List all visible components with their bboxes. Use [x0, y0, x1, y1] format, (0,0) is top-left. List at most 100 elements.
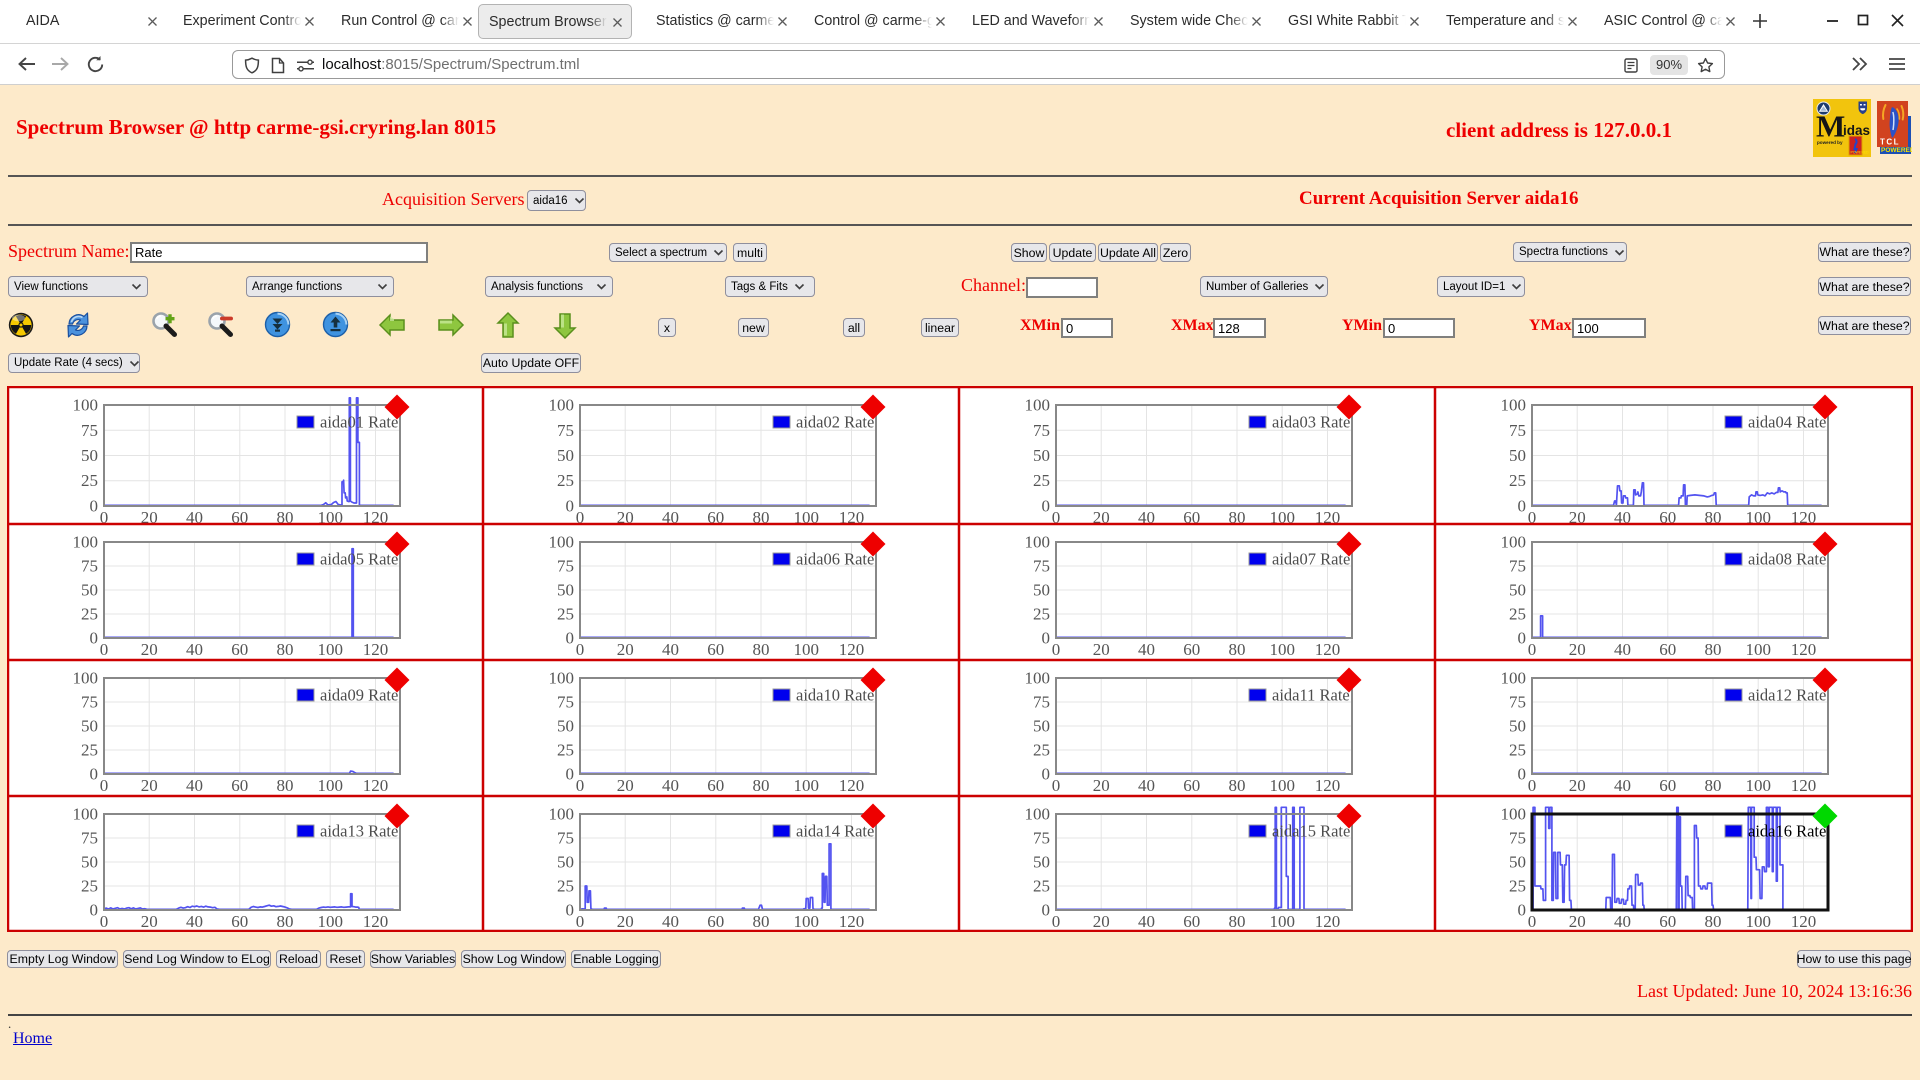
svg-text:0: 0	[1042, 629, 1051, 648]
svg-text:100: 100	[1501, 396, 1527, 415]
svg-text:powered by: powered by	[1817, 140, 1843, 145]
svg-text:25: 25	[557, 877, 574, 896]
svg-text:aida13 Rate: aida13 Rate	[320, 822, 398, 841]
svg-text:50: 50	[81, 853, 98, 872]
svg-text:25: 25	[1509, 471, 1526, 490]
svg-text:0: 0	[1052, 776, 1061, 795]
svg-text:40: 40	[1138, 640, 1155, 659]
svg-text:20: 20	[617, 912, 634, 931]
svg-text:100: 100	[73, 533, 99, 552]
svg-text:120: 120	[1791, 776, 1817, 795]
svg-text:100: 100	[549, 396, 575, 415]
svg-text:60: 60	[1183, 640, 1200, 659]
svg-text:20: 20	[1569, 640, 1586, 659]
svg-text:80: 80	[1229, 912, 1246, 931]
svg-text:100: 100	[317, 912, 343, 931]
svg-text:aida07 Rate: aida07 Rate	[1272, 550, 1350, 569]
svg-text:100: 100	[1501, 669, 1527, 688]
svg-text:50: 50	[1033, 446, 1050, 465]
svg-text:120: 120	[1315, 640, 1341, 659]
svg-text:aida12 Rate: aida12 Rate	[1748, 686, 1826, 705]
svg-text:100: 100	[549, 805, 575, 824]
svg-text:100: 100	[793, 912, 819, 931]
svg-text:0: 0	[576, 640, 585, 659]
svg-text:100: 100	[1501, 805, 1527, 824]
svg-text:120: 120	[839, 912, 865, 931]
svg-text:20: 20	[141, 912, 158, 931]
svg-text:20: 20	[1093, 776, 1110, 795]
svg-text:60: 60	[231, 640, 248, 659]
svg-text:aida14 Rate: aida14 Rate	[796, 822, 874, 841]
svg-text:100: 100	[73, 396, 99, 415]
svg-text:80: 80	[1705, 776, 1722, 795]
svg-text:0: 0	[1052, 640, 1061, 659]
svg-text:aida05 Rate: aida05 Rate	[320, 550, 398, 569]
svg-text:aida04 Rate: aida04 Rate	[1748, 413, 1826, 432]
svg-text:25: 25	[1033, 605, 1050, 624]
svg-text:75: 75	[557, 421, 574, 440]
svg-text:0: 0	[90, 765, 99, 784]
svg-text:60: 60	[1659, 776, 1676, 795]
svg-text:50: 50	[1509, 446, 1526, 465]
svg-text:60: 60	[1183, 776, 1200, 795]
svg-text:75: 75	[1509, 421, 1526, 440]
svg-text:120: 120	[1791, 640, 1817, 659]
svg-text:50: 50	[557, 446, 574, 465]
svg-text:0: 0	[100, 912, 109, 931]
svg-text:80: 80	[1705, 912, 1722, 931]
svg-text:60: 60	[707, 912, 724, 931]
svg-text:75: 75	[1509, 557, 1526, 576]
svg-text:80: 80	[753, 640, 770, 659]
svg-text:75: 75	[1509, 829, 1526, 848]
svg-text:80: 80	[1705, 640, 1722, 659]
svg-text:40: 40	[1138, 912, 1155, 931]
svg-text:75: 75	[1509, 693, 1526, 712]
svg-text:0: 0	[576, 776, 585, 795]
svg-text:0: 0	[1042, 497, 1051, 516]
svg-text:aida06 Rate: aida06 Rate	[796, 550, 874, 569]
svg-text:75: 75	[81, 693, 98, 712]
svg-text:0: 0	[1518, 497, 1527, 516]
svg-text:100: 100	[1269, 776, 1295, 795]
svg-text:aida08 Rate: aida08 Rate	[1748, 550, 1826, 569]
svg-text:100: 100	[317, 640, 343, 659]
svg-text:0: 0	[90, 901, 99, 920]
svg-text:75: 75	[81, 421, 98, 440]
svg-text:100: 100	[1745, 776, 1771, 795]
svg-text:75: 75	[1033, 829, 1050, 848]
svg-text:25: 25	[81, 471, 98, 490]
svg-text:50: 50	[1509, 717, 1526, 736]
svg-text:120: 120	[1315, 776, 1341, 795]
svg-text:0: 0	[1518, 765, 1527, 784]
svg-text:0: 0	[100, 640, 109, 659]
svg-text:50: 50	[1033, 717, 1050, 736]
svg-text:0: 0	[1052, 912, 1061, 931]
svg-text:0: 0	[566, 629, 575, 648]
svg-text:100: 100	[1501, 533, 1527, 552]
svg-text:100: 100	[793, 640, 819, 659]
svg-text:40: 40	[662, 776, 679, 795]
svg-text:0: 0	[100, 776, 109, 795]
svg-text:50: 50	[1033, 581, 1050, 600]
svg-text:75: 75	[557, 557, 574, 576]
svg-text:0: 0	[576, 912, 585, 931]
svg-text:100: 100	[1025, 533, 1051, 552]
svg-text:40: 40	[186, 912, 203, 931]
svg-text:40: 40	[186, 776, 203, 795]
svg-text:60: 60	[1183, 912, 1200, 931]
svg-text:20: 20	[617, 640, 634, 659]
svg-text:120: 120	[839, 776, 865, 795]
svg-text:M: M	[1816, 109, 1845, 144]
svg-text:50: 50	[81, 581, 98, 600]
svg-text:20: 20	[1569, 912, 1586, 931]
svg-text:20: 20	[141, 776, 158, 795]
svg-text:POWERED: POWERED	[1881, 147, 1912, 154]
svg-text:TCL: TCL	[1880, 138, 1900, 147]
svg-text:80: 80	[753, 912, 770, 931]
svg-text:20: 20	[141, 640, 158, 659]
svg-text:50: 50	[1509, 853, 1526, 872]
svg-text:80: 80	[1229, 776, 1246, 795]
svg-text:0: 0	[566, 901, 575, 920]
svg-text:40: 40	[1614, 640, 1631, 659]
svg-text:0: 0	[90, 497, 99, 516]
